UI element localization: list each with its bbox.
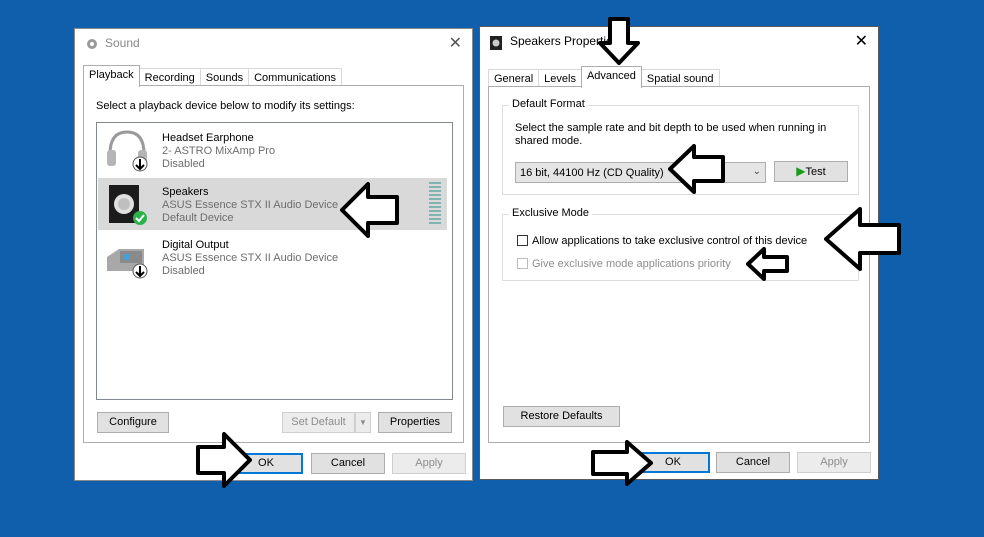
list-item-headset[interactable]: Headset Earphone 2- ASTRO MixAmp Pro Dis… (98, 124, 447, 176)
apply-button[interactable]: Apply (797, 452, 871, 473)
exclusive-priority-checkbox[interactable] (517, 258, 528, 269)
exclusive-mode-label: Exclusive Mode (509, 207, 593, 219)
exclusive-mode-group: Exclusive Mode Allow applications to tak… (502, 207, 859, 281)
test-label: Test (805, 166, 826, 178)
speaker-icon (109, 185, 147, 225)
device-status: Disabled (162, 265, 205, 277)
device-name: Speakers (162, 186, 209, 198)
configure-button[interactable]: Configure (97, 412, 169, 433)
allow-exclusive-label[interactable]: Allow applications to take exclusive con… (532, 235, 807, 247)
default-format-label: Default Format (509, 98, 588, 110)
arrow-left-icon (668, 144, 725, 194)
sound-window-title: Sound (105, 36, 140, 50)
arrow-down-icon (598, 17, 640, 65)
format-select[interactable]: 16 bit, 44100 Hz (CD Quality) ⌄ (515, 162, 766, 183)
test-button[interactable]: ▶Test (774, 161, 848, 182)
device-status: Default Device (162, 212, 234, 224)
device-status: Disabled (162, 158, 205, 170)
advanced-panel: Default Format Select the sample rate an… (488, 86, 870, 443)
close-icon[interactable]: ✕ (855, 31, 868, 51)
digital-output-icon (107, 249, 148, 279)
exclusive-priority-label: Give exclusive mode applications priorit… (532, 258, 731, 270)
set-default-dropdown[interactable]: ▼ (355, 412, 371, 433)
apply-button[interactable]: Apply (392, 453, 466, 474)
instruction-text: Select a playback device below to modify… (96, 100, 355, 112)
arrow-right-icon (196, 432, 252, 488)
format-select-value: 16 bit, 44100 Hz (CD Quality) (520, 167, 664, 179)
device-list[interactable]: Headset Earphone 2- ASTRO MixAmp Pro Dis… (96, 122, 453, 400)
chevron-down-icon: ▼ (359, 418, 367, 427)
list-item-digital-output[interactable]: Digital Output ASUS Essence STX II Audio… (98, 231, 447, 283)
device-desc: ASUS Essence STX II Audio Device (162, 252, 339, 264)
playback-panel: Select a playback device below to modify… (83, 85, 464, 443)
cancel-button[interactable]: Cancel (716, 452, 790, 473)
allow-exclusive-checkbox[interactable] (517, 235, 528, 246)
properties-titlebar[interactable]: Speakers Properties ✕ (480, 27, 878, 55)
cancel-button[interactable]: Cancel (311, 453, 385, 474)
properties-button[interactable]: Properties (378, 412, 452, 433)
arrow-right-icon (591, 440, 653, 486)
sound-app-icon (87, 39, 97, 49)
close-icon[interactable]: ✕ (449, 33, 462, 53)
speakers-properties-window: Speakers Properties ✕ General Levels Adv… (479, 26, 879, 480)
chevron-down-icon: ⌄ (752, 166, 761, 177)
arrow-left-icon (340, 182, 399, 238)
tab-advanced[interactable]: Advanced (580, 66, 642, 88)
sound-titlebar[interactable]: Sound ✕ (75, 29, 472, 57)
volume-meter (429, 182, 441, 224)
set-default-button[interactable]: Set Default (282, 412, 355, 433)
tab-playback[interactable]: Playback (83, 65, 140, 87)
speaker-app-icon (490, 36, 502, 50)
headset-icon (107, 130, 148, 172)
arrow-left-icon (824, 207, 901, 271)
device-name: Headset Earphone (162, 132, 254, 144)
restore-defaults-button[interactable]: Restore Defaults (503, 406, 620, 427)
device-desc: 2- ASTRO MixAmp Pro (162, 145, 276, 157)
device-desc: ASUS Essence STX II Audio Device (162, 199, 339, 211)
play-icon: ▶ (796, 164, 806, 178)
arrow-left-icon (746, 247, 789, 281)
device-name: Digital Output (162, 239, 229, 251)
sound-window: Sound ✕ Playback Recording Sounds Commun… (74, 28, 473, 481)
